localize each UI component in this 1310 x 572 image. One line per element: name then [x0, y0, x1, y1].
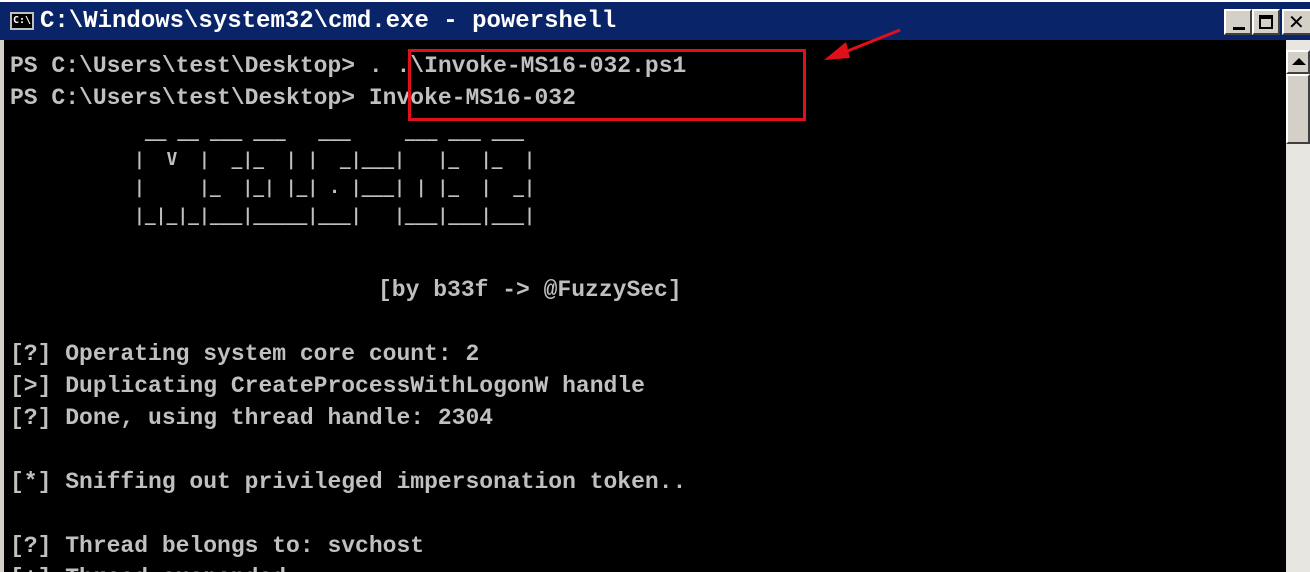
ascii-banner: __ __ ___ ___ ___ ___ ___ ___ | V | _|_ … — [134, 121, 535, 226]
scroll-thumb[interactable] — [1286, 74, 1310, 144]
minimize-icon — [1233, 27, 1245, 30]
cmd-icon[interactable]: C:\ — [10, 12, 34, 30]
red-arrow-icon — [824, 28, 901, 60]
cmd-window: C:\ C:\Windows\system32\cmd.exe - powers… — [0, 0, 1310, 572]
scroll-up-button[interactable] — [1286, 50, 1310, 74]
close-button[interactable]: ✕ — [1282, 9, 1310, 35]
maximize-button[interactable] — [1252, 9, 1280, 35]
cmd-icon-label: C:\ — [13, 15, 32, 26]
console-line: [?] Done, using thread handle: 2304 — [10, 405, 494, 431]
minimize-button[interactable] — [1224, 9, 1252, 35]
console-line: [by b33f -> @FuzzySec] — [378, 277, 682, 303]
maximize-icon — [1259, 15, 1273, 29]
scroll-up-icon — [1292, 58, 1306, 65]
close-icon: ✕ — [1288, 10, 1305, 34]
console-line: [>] Duplicating CreateProcessWithLogonW … — [10, 373, 645, 399]
vertical-scrollbar[interactable] — [1286, 40, 1310, 572]
console-line: [?] Thread belongs to: svchost — [10, 533, 425, 559]
highlight-annotation-box — [408, 49, 806, 121]
window-title: C:\Windows\system32\cmd.exe - powershell — [40, 8, 617, 35]
title-bar[interactable]: C:\ C:\Windows\system32\cmd.exe - powers… — [0, 0, 1310, 40]
console-line: [*] Sniffing out privileged impersonatio… — [10, 469, 687, 495]
console-line: [+] Thread suspended — [10, 562, 286, 572]
console-line: [?] Operating system core count: 2 — [10, 341, 480, 367]
